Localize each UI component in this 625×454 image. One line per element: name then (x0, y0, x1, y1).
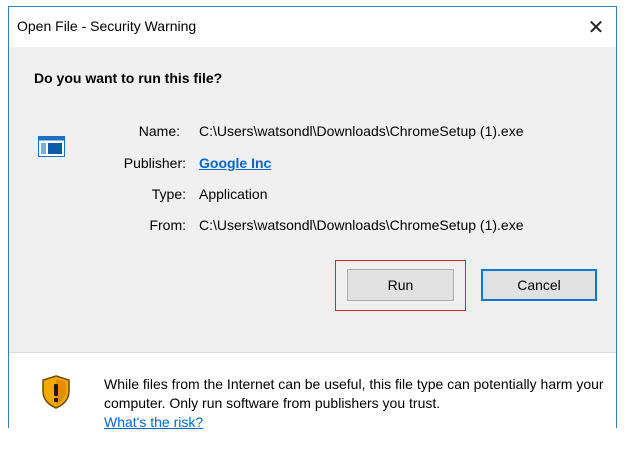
warning-footer: While files from the Internet can be use… (9, 352, 616, 430)
name-label: Name: (138, 123, 180, 139)
type-value: Application (199, 186, 268, 202)
type-label: Type: (151, 186, 186, 202)
title-bar: Open File - Security Warning ✕ (9, 7, 616, 47)
close-icon[interactable]: ✕ (576, 7, 616, 47)
name-value: C:\Users\watsondl\Downloads\ChromeSetup … (199, 123, 524, 139)
shield-warning-icon (42, 375, 70, 409)
run-button[interactable]: Run (347, 269, 454, 301)
cancel-button[interactable]: Cancel (481, 269, 597, 301)
warning-text: While files from the Internet can be use… (104, 376, 604, 411)
security-warning-dialog: Open File - Security Warning ✕ Do you wa… (8, 6, 617, 430)
run-question: Do you want to run this file? (34, 70, 223, 86)
from-label: From: (149, 217, 186, 233)
publisher-label: Publisher: (123, 155, 186, 171)
warning-message: While files from the Internet can be use… (104, 375, 604, 432)
dialog-title: Open File - Security Warning (17, 18, 197, 34)
from-value: C:\Users\watsondl\Downloads\ChromeSetup … (199, 217, 524, 233)
whats-the-risk-link[interactable]: What's the risk? (104, 414, 203, 430)
application-icon (38, 136, 65, 157)
publisher-link[interactable]: Google Inc (199, 155, 271, 171)
